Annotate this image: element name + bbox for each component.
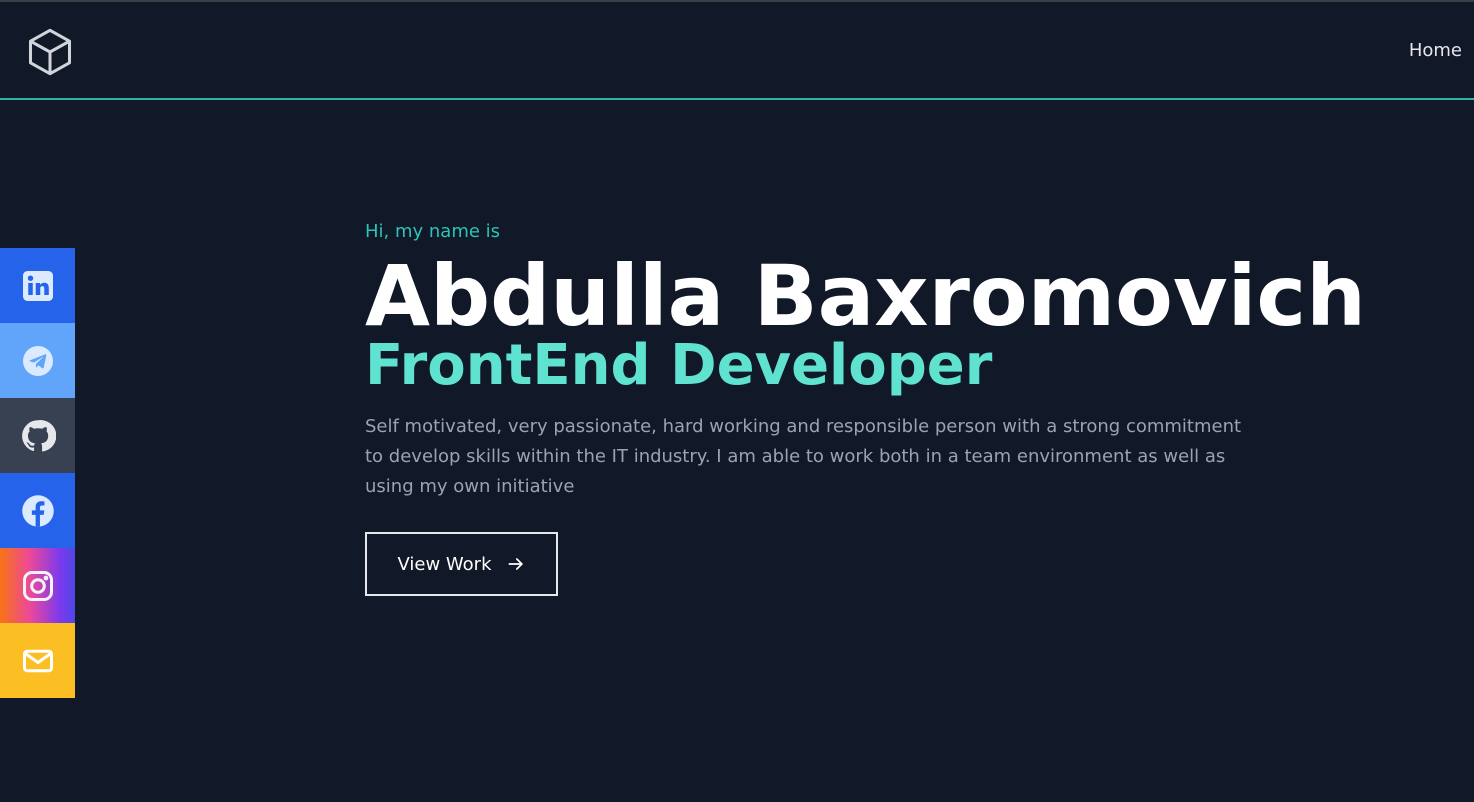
github-link[interactable] <box>0 398 75 473</box>
email-link[interactable] <box>0 623 75 698</box>
arrow-right-icon <box>508 558 523 570</box>
instagram-link[interactable] <box>0 548 75 623</box>
linkedin-icon <box>22 270 53 301</box>
navbar: Home <box>0 2 1474 100</box>
hero-name: Abdulla Baxromovich <box>365 247 1366 345</box>
hero-section: Hi, my name is Abdulla Baxromovich Front… <box>365 218 1366 596</box>
view-work-button[interactable]: View Work <box>365 532 558 596</box>
telegram-icon <box>22 345 53 376</box>
github-icon <box>21 419 56 451</box>
greeting-text: Hi, my name is <box>365 221 501 242</box>
social-sidebar <box>0 248 75 698</box>
hero-bio: Self motivated, very passionate, hard wo… <box>365 416 1242 497</box>
view-work-label: View Work <box>397 553 492 575</box>
telegram-link[interactable] <box>0 323 75 398</box>
cube-icon[interactable] <box>24 26 76 78</box>
linkedin-link[interactable] <box>0 248 75 323</box>
facebook-icon <box>21 494 54 527</box>
mail-icon <box>22 649 53 672</box>
facebook-link[interactable] <box>0 473 75 548</box>
instagram-icon <box>22 570 53 601</box>
nav-home-link[interactable]: Home <box>1409 40 1462 61</box>
